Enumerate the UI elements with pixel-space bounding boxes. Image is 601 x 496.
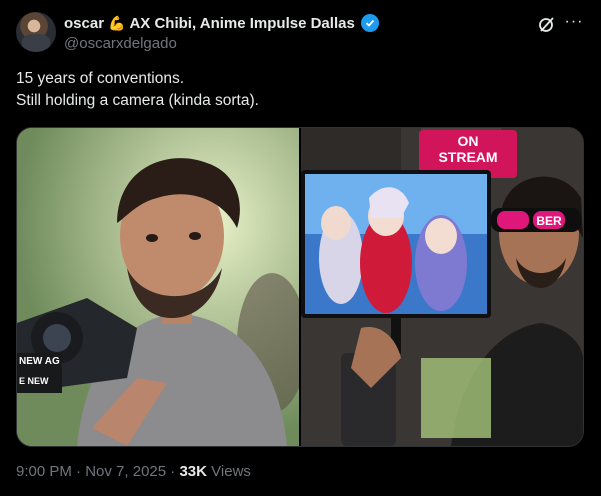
tweet-time[interactable]: 9:00 PM	[16, 463, 72, 480]
tweet-meta: 9:00 PM · Nov 7, 2025 · 33K Views	[16, 463, 251, 480]
tweet-text-line-1: 15 years of conventions.	[16, 70, 185, 87]
photo-left-illustration: NEW AG E NEW	[17, 128, 299, 446]
views-count: 33K	[179, 463, 207, 480]
tweet-date[interactable]: Nov 7, 2025	[85, 463, 166, 480]
avatar[interactable]	[16, 12, 56, 52]
glasses-text: BER	[536, 214, 562, 228]
photo-left[interactable]: NEW AG E NEW	[17, 128, 299, 446]
photo-right[interactable]: ON STREAM BER	[301, 128, 583, 446]
flexed-biceps-icon: 💪	[108, 15, 126, 31]
author-handle[interactable]: @oscarxdelgado	[64, 35, 177, 52]
verified-badge-icon[interactable]	[360, 14, 379, 32]
grok-icon[interactable]	[537, 14, 557, 34]
media-grid: NEW AG E NEW ON STREAM BER	[16, 127, 584, 447]
separator: ·	[76, 463, 82, 480]
sign-line-2: STREAM	[438, 149, 497, 165]
author-name[interactable]: oscar	[64, 15, 104, 32]
views-label: Views	[211, 463, 251, 480]
separator-2: ·	[170, 463, 176, 480]
strap-text-2: E NEW	[19, 376, 49, 386]
sign-line-1: ON	[458, 133, 479, 149]
tweet: oscar 💪 AX Chibi, Anime Impulse Dallas @…	[0, 0, 601, 496]
tweet-text: 15 years of conventions. Still holding a…	[16, 68, 259, 112]
author-name-line[interactable]: oscar 💪 AX Chibi, Anime Impulse Dallas	[64, 13, 379, 33]
tweet-text-line-2: Still holding a camera (kinda sorta).	[16, 92, 259, 109]
photo-right-illustration: ON STREAM BER	[301, 128, 583, 446]
author-name-suffix[interactable]: AX Chibi, Anime Impulse Dallas	[129, 15, 354, 32]
more-options-icon[interactable]: ···	[564, 12, 584, 32]
strap-text-1: NEW AG	[19, 356, 60, 367]
